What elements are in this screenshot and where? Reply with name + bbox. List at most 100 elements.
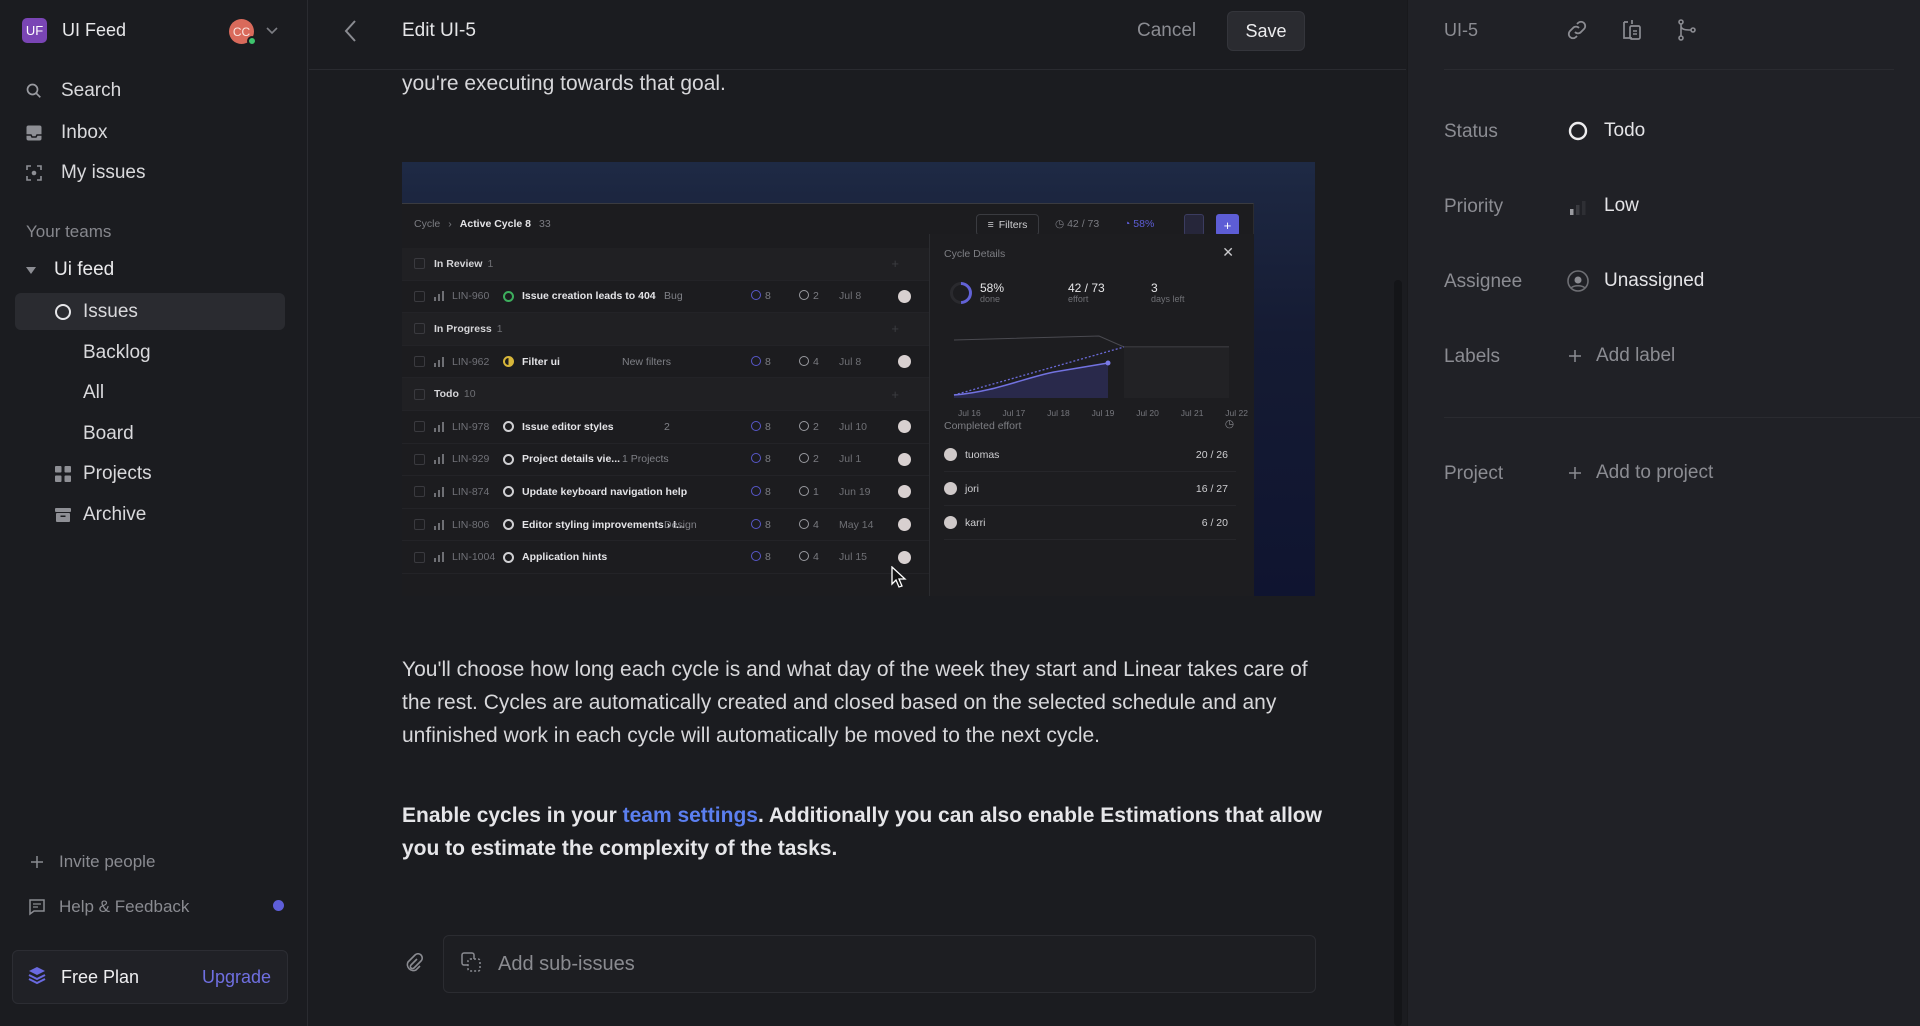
x-axis-ticks: Jul 16 Jul 17 Jul 18 Jul 19 Jul 20 Jul 21 Jul … — [958, 408, 1248, 418]
sidebar-item-issues[interactable]: Issues — [15, 293, 285, 330]
my-issues-icon — [24, 163, 44, 183]
priority-icon — [434, 454, 444, 465]
issue-title: Filter ui — [522, 355, 560, 368]
invite-people-label: Invite people — [59, 852, 156, 871]
save-button[interactable]: Save — [1227, 11, 1305, 51]
back-chevron-icon[interactable] — [339, 18, 363, 44]
issue-row: LIN-806 Editor styling improvements › I.… — [402, 509, 929, 542]
filters-label: Filters — [998, 219, 1028, 231]
description-paragraph: you're executing towards that goal. — [402, 72, 726, 95]
progress-ring-icon: ◔ — [1124, 218, 1134, 230]
cancel-button[interactable]: Cancel — [1137, 20, 1196, 42]
workspace-switcher[interactable]: UF UI Feed — [22, 18, 126, 43]
person-effort: 6 / 20 — [1201, 516, 1228, 529]
copy-branch-icon[interactable] — [1620, 18, 1644, 42]
checkbox — [414, 551, 425, 563]
issue-id: LIN-929 — [452, 453, 490, 466]
assignee-avatar — [898, 452, 911, 466]
issue-time: 4 — [799, 519, 819, 531]
assignee-label: Assignee — [1444, 271, 1523, 292]
issue-title: Project details vie... — [522, 453, 621, 466]
chevron-down-icon[interactable] — [264, 22, 280, 38]
issue-row: LIN-929 Project details vie... 1 Project… — [402, 444, 929, 477]
x-tick-label: Jul 16 — [958, 408, 981, 418]
screenshot-effort: ◷ 42 / 73 — [1055, 218, 1099, 230]
screenshot-issue-list: In Review 1 + LIN-960 Issue creation lead… — [402, 248, 929, 574]
text: Enable cycles in your — [402, 804, 623, 827]
embedded-screenshot[interactable]: Cycle › Active Cycle 8 33 ≡ Filters ◷ 42 … — [402, 162, 1315, 596]
priority-icon — [434, 356, 444, 367]
status-select[interactable]: Todo — [1566, 119, 1645, 143]
issue-estimate: 8 — [751, 290, 771, 302]
issue-time: 4 — [799, 356, 819, 368]
sidebar-item-board[interactable]: Board — [15, 415, 285, 452]
editor-main: Edit UI-5 Cancel Save you're executing t… — [309, 0, 1406, 1026]
help-feedback-button[interactable]: Help & Feedback — [27, 897, 189, 917]
plus-icon — [27, 854, 47, 870]
assignee-avatar — [898, 518, 911, 532]
nav-search[interactable]: Search — [24, 76, 121, 106]
issue-estimate: 8 — [751, 356, 771, 368]
inbox-icon — [24, 123, 44, 143]
invite-people-button[interactable]: Invite people — [27, 852, 155, 872]
upgrade-link[interactable]: Upgrade — [202, 967, 271, 988]
description-paragraph-bold: Enable cycles in your team settings. Add… — [402, 799, 1322, 865]
git-branch-icon[interactable] — [1675, 18, 1699, 42]
issue-id: LIN-960 — [452, 290, 490, 303]
issue-id: LIN-962 — [452, 355, 490, 368]
team-ui-feed[interactable]: Ui feed — [26, 259, 114, 281]
sidebar-item-label: Board — [83, 422, 134, 444]
checkbox — [414, 519, 425, 531]
status-value: Todo — [1604, 120, 1646, 141]
group-name: Todo — [434, 388, 459, 401]
future-area — [1124, 347, 1229, 398]
add-label-button[interactable]: Add label — [1566, 344, 1675, 368]
workspace-logo: UF — [22, 18, 47, 43]
issue-row: LIN-874 Update keyboard navigation help … — [402, 476, 929, 509]
status-icon — [503, 486, 514, 498]
sidebar-item-archive[interactable]: Archive — [15, 496, 285, 533]
assignee-select[interactable]: Unassigned — [1566, 269, 1704, 293]
unassigned-avatar-icon — [1566, 269, 1590, 293]
stat-effort: 42 / 73 effort — [1068, 281, 1105, 304]
sidebar-item-projects[interactable]: Projects — [15, 455, 285, 492]
description-paragraph: You'll choose how long each cycle is and… — [402, 658, 1308, 747]
user-avatar[interactable]: CC — [229, 19, 257, 46]
issue-row: LIN-978 Issue editor styles 2 8 2 Jul 10 — [402, 411, 929, 444]
issue-date: Jul 8 — [839, 290, 862, 303]
editor-scrollbar[interactable] — [1394, 280, 1402, 1026]
nav-my-issues[interactable]: My issues — [24, 158, 145, 188]
issue-group-header: Todo 10 + — [402, 378, 929, 411]
person-effort: 16 / 27 — [1195, 482, 1228, 495]
stat-days-left: 3 days left — [1151, 281, 1185, 304]
circle-icon — [53, 303, 73, 321]
grid-icon — [53, 465, 73, 483]
person-avatar — [944, 448, 957, 461]
group-count: 1 — [487, 257, 494, 270]
effort-row: karri 6 / 20 — [944, 506, 1236, 540]
add-sub-issues-input[interactable] — [498, 952, 1278, 976]
progress-value: 58% — [1133, 218, 1155, 230]
add-to-project-button[interactable]: Add to project — [1566, 461, 1713, 485]
page-title: Edit UI-5 — [402, 20, 476, 41]
sidebar-item-all[interactable]: All — [15, 374, 285, 411]
priority-select[interactable]: Low — [1566, 194, 1639, 218]
group-name: In Review — [434, 257, 483, 270]
plus-icon: + — [891, 256, 899, 272]
close-icon: ✕ — [1222, 244, 1234, 260]
issue-row: LIN-1004 Application hints 8 4 Jul 15 — [402, 541, 929, 574]
notification-dot — [273, 900, 284, 911]
sidebar-item-backlog[interactable]: Backlog — [15, 334, 285, 371]
paperclip-icon[interactable] — [404, 953, 424, 973]
add-label-text: Add label — [1596, 345, 1676, 366]
link-icon[interactable] — [1565, 18, 1589, 42]
x-tick-label: Jul 17 — [1002, 408, 1026, 418]
x-tick-label: Jul 22 — [1225, 408, 1248, 418]
assignee-avatar — [898, 355, 911, 369]
clock-icon: ◷ — [1224, 418, 1234, 430]
add-sub-issues-field[interactable] — [443, 935, 1316, 993]
current-point — [1105, 360, 1111, 366]
team-settings-link[interactable]: team settings — [623, 804, 758, 827]
nav-inbox[interactable]: Inbox — [24, 118, 107, 148]
status-icon — [503, 356, 514, 368]
